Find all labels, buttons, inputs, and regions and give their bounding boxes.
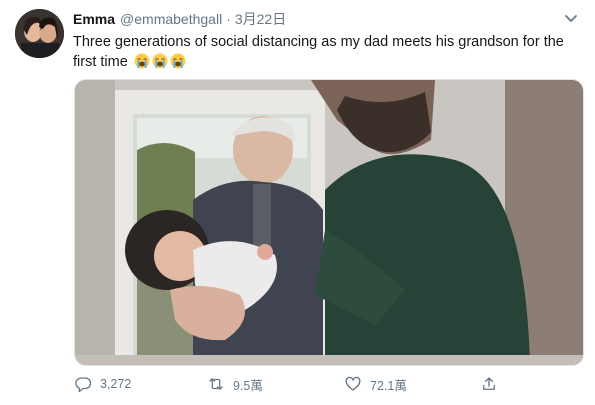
- tweet-header: Emma @emmabethgall · 3月22日: [73, 9, 286, 29]
- avatar[interactable]: [15, 9, 64, 58]
- tweet-actions: 3,272 9.5萬 72.1萬: [74, 373, 574, 395]
- retweet-icon: [209, 378, 223, 390]
- share-icon: [483, 377, 495, 390]
- loudly-crying-face-icon: [134, 53, 150, 69]
- tweet-card: Emma @emmabethgall · 3月22日 Three generat…: [0, 0, 595, 405]
- like-button[interactable]: 72.1萬: [344, 373, 407, 395]
- reply-button[interactable]: 3,272: [74, 373, 131, 395]
- tweet-photo[interactable]: [74, 79, 584, 366]
- header-separator: ·: [226, 11, 231, 27]
- like-count: 72.1萬: [370, 378, 407, 393]
- author-name[interactable]: Emma: [73, 11, 115, 27]
- chevron-down-icon[interactable]: [563, 10, 579, 26]
- retweet-button[interactable]: 9.5萬: [207, 373, 263, 395]
- author-handle[interactable]: @emmabethgall: [120, 11, 222, 27]
- loudly-crying-face-icon: [170, 53, 186, 69]
- heart-icon: [345, 376, 361, 391]
- reply-icon: [75, 377, 92, 393]
- share-button[interactable]: [480, 373, 506, 395]
- loudly-crying-face-icon: [152, 53, 168, 69]
- tweet-text: Three generations of social distancing a…: [73, 32, 573, 72]
- tweet-date[interactable]: 3月22日: [235, 9, 286, 29]
- retweet-count: 9.5萬: [233, 378, 263, 393]
- reply-count: 3,272: [100, 377, 132, 391]
